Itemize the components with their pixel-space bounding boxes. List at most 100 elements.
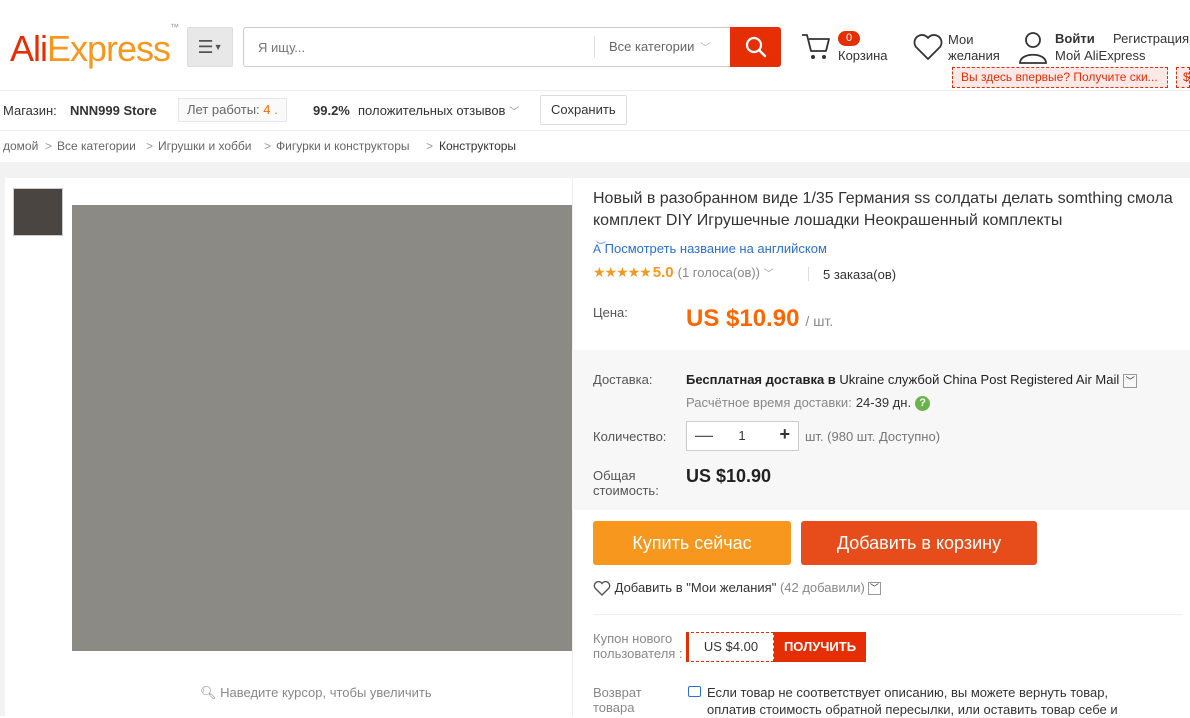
wishlist-link[interactable]: Мои желания	[912, 32, 1000, 67]
breadcrumb-all-categories[interactable]: Все категории	[57, 139, 136, 153]
my-aliexpress-link[interactable]: Мой AliExpress	[1055, 48, 1146, 63]
chevron-down-icon: ﹀	[763, 269, 774, 280]
eta-label: Расчётное время доставки:	[686, 395, 852, 410]
zoom-hint: 🔍︎ Наведите курсор, чтобы увеличить	[200, 685, 432, 701]
search-category-select[interactable]: Все категории ﹀	[594, 36, 730, 58]
new-user-promo-banner[interactable]: Вы здесь впервые? Получите ски...	[952, 67, 1168, 88]
orders-count: 5 заказа(ов)	[823, 267, 897, 282]
breadcrumb-separator: >	[45, 139, 53, 153]
total-label: Общая стоимость:	[593, 468, 659, 498]
search-icon	[745, 36, 766, 58]
quantity-input[interactable]: 1	[727, 428, 757, 443]
total-price: US $10.90	[686, 466, 772, 486]
product-main-image[interactable]	[72, 205, 572, 651]
search-button[interactable]	[730, 27, 781, 67]
rating-score: 5.0	[652, 264, 674, 281]
price-label: Цена:	[593, 305, 628, 320]
chevron-down-icon: ﹀	[867, 582, 881, 596]
logo-part-express: Express	[47, 28, 171, 69]
shipping-selector[interactable]: Бесплатная доставка в Ukraine службой Ch…	[686, 372, 1138, 388]
zoom-hint-text: Наведите курсор, чтобы увеличить	[220, 685, 432, 700]
return-policy-icon	[688, 686, 701, 697]
shipping-country: Ukraine	[839, 372, 885, 387]
cart-link[interactable]: 0 Корзина	[800, 30, 888, 67]
breadcrumb: домой > Все категории > Игрушки и хобби …	[0, 130, 1190, 162]
breadcrumb-home[interactable]: домой	[3, 139, 38, 153]
coupon-label: Купон нового пользователя :	[593, 631, 683, 661]
translate-icon: A͝	[593, 242, 602, 256]
buy-now-button[interactable]: Купить сейчас	[593, 521, 791, 565]
store-name-link[interactable]: NNN999 Store	[70, 103, 157, 118]
wishlist-label: Мои желания	[948, 32, 1000, 63]
rating-votes: (1 голоса(ов))	[677, 265, 761, 280]
section-divider	[593, 614, 1183, 615]
search-category-label: Все категории	[609, 39, 695, 54]
cart-label: Корзина	[838, 48, 888, 63]
price-unit: / шт.	[805, 313, 834, 329]
increase-quantity-button[interactable]: +	[779, 424, 790, 445]
logo-part-ali: Ali	[10, 28, 48, 69]
logo-tm: ™	[170, 22, 179, 32]
delivery-eta: Расчётное время доставки: 24-39 дн.?	[686, 395, 931, 412]
quantity-stepper: — 1 +	[686, 421, 799, 451]
breadcrumb-separator: >	[426, 139, 434, 153]
translate-title-link[interactable]: A͝ Посмотреть название на английском	[593, 241, 827, 256]
login-link[interactable]: Войти	[1055, 31, 1095, 46]
translate-title-text: Посмотреть название на английском	[604, 241, 827, 256]
rating-stars: ★★★★★	[593, 264, 652, 280]
chevron-down-icon: ﹀	[700, 43, 711, 54]
rating-summary[interactable]: ★★★★★ 5.0 (1 голоса(ов)) ﹀	[593, 264, 774, 281]
wishlist-add-text: Добавить в "Мои желания"	[614, 580, 777, 595]
coupon-amount: US $4.00	[686, 632, 774, 662]
positive-feedback-percent: 99.2%	[313, 103, 350, 118]
decrease-quantity-button[interactable]: —	[695, 425, 713, 446]
category-menu-button[interactable]: ☰ ▼	[187, 27, 233, 67]
save-store-button[interactable]: Сохранить	[540, 95, 627, 125]
search-input[interactable]	[244, 28, 594, 66]
heart-icon	[593, 581, 611, 597]
aliexpress-logo[interactable]: AliExpress™	[10, 22, 179, 70]
store-bar: Магазин: NNN999 Store Лет работы: 4 . 99…	[0, 90, 1190, 130]
add-to-wishlist-link[interactable]: Добавить в "Мои желания" (42 добавили) ﹀	[593, 580, 881, 597]
dropdown-arrow-icon: ▼	[213, 42, 223, 52]
available-quantity: шт. (980 шт. Доступно)	[805, 429, 941, 444]
shipping-carrier: China Post Registered Air Mail	[942, 372, 1120, 387]
breadcrumb-current[interactable]: Конструкторы	[439, 139, 516, 153]
chevron-down-icon: ﹀	[509, 107, 520, 118]
product-thumbnail[interactable]	[13, 188, 63, 236]
site-header: AliExpress™ ☰▼ Все категории﹀ 0 Корзина …	[0, 0, 1190, 90]
price-value: US $10.90	[686, 305, 800, 332]
eta-value: 24-39 дн.	[855, 395, 912, 410]
product-title: Новый в разобранном виде 1/35 Германия s…	[593, 190, 1173, 229]
store-years-badge: Лет работы: 4 .	[178, 98, 287, 122]
years-dot: .	[274, 102, 278, 117]
price-block: US $10.90 / шт.	[686, 305, 833, 333]
account-area: Войти Регистрация Мой AliExpress	[1018, 30, 1189, 69]
promo-banner-edge[interactable]: $	[1176, 67, 1190, 88]
rating-separator	[808, 267, 809, 281]
get-coupon-button[interactable]: ПОЛУЧИТЬ	[774, 632, 866, 662]
magnifier-icon: 🔍︎	[200, 685, 217, 700]
breadcrumb-separator: >	[146, 139, 154, 153]
breadcrumb-separator: >	[264, 139, 272, 153]
heart-icon	[913, 34, 943, 60]
chevron-down-icon: ﹀	[1123, 373, 1138, 388]
breadcrumb-figures[interactable]: Фигурки и конструкторы	[276, 139, 410, 153]
positive-feedback-text: положительных отзывов	[358, 103, 506, 118]
add-to-cart-button[interactable]: Добавить в корзину	[801, 521, 1037, 565]
years-label: Лет работы:	[187, 102, 260, 117]
shipping-via: службой	[884, 372, 943, 387]
wishlist-count: (42 добавили)	[779, 580, 865, 595]
search-bar: Все категории ﹀	[243, 27, 781, 67]
breadcrumb-toys-hobbies[interactable]: Игрушки и хобби	[158, 139, 251, 153]
register-link[interactable]: Регистрация	[1113, 31, 1189, 46]
cart-icon	[802, 34, 830, 59]
shipping-label: Доставка:	[593, 372, 653, 387]
store-label: Магазин:	[3, 103, 57, 118]
hamburger-icon: ☰	[197, 36, 214, 57]
shipping-free-text: Бесплатная доставка в	[686, 372, 840, 387]
help-icon[interactable]: ?	[915, 396, 931, 412]
positive-feedback-label[interactable]: положительных отзывов ﹀	[358, 103, 519, 118]
return-policy-text: Если товар не соответствует описанию, вы…	[707, 685, 1118, 717]
years-value: 4	[263, 102, 271, 117]
